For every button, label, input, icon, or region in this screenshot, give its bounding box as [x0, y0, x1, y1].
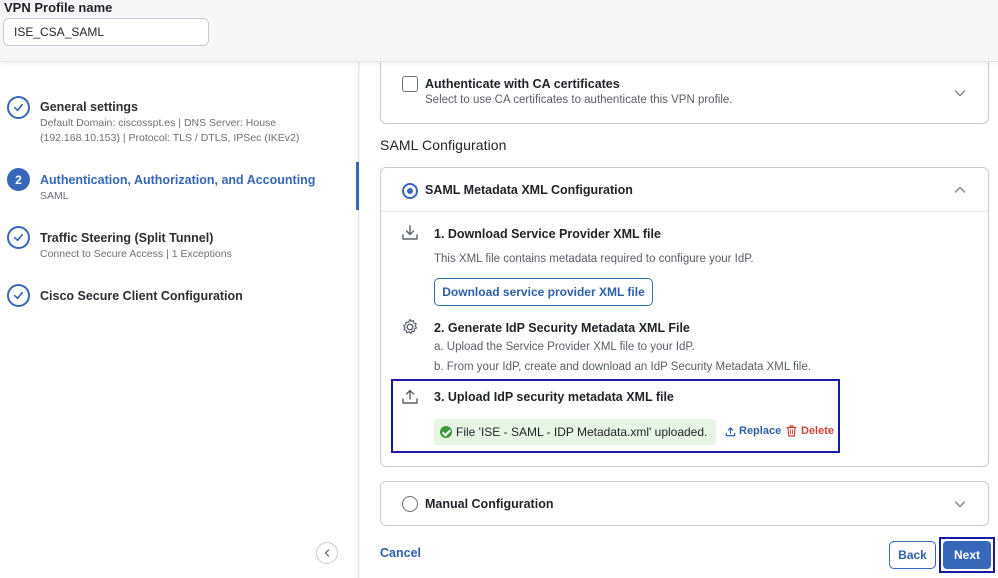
replace-link[interactable]: Replace [739, 425, 781, 437]
ca-cert-title: Authenticate with CA certificates [425, 77, 620, 91]
download-icon [402, 225, 418, 240]
upload-icon [402, 389, 418, 404]
download-sp-xml-button[interactable]: Download service provider XML file [434, 278, 653, 306]
upload-status-badge: File 'ISE - SAML - IDP Metadata.xml' upl… [434, 419, 716, 445]
saml-metadata-option-label: SAML Metadata XML Configuration [425, 183, 633, 197]
step2-instruction-b: b. From your IdP, create and download an… [434, 361, 811, 373]
step3-title: 3. Upload IdP security metadata XML file [434, 390, 674, 404]
step-number-badge: 2 [7, 168, 30, 191]
stepper-panel: General settings Default Domain: ciscoss… [0, 62, 359, 578]
manual-config-label: Manual Configuration [425, 497, 554, 511]
success-check-icon [440, 426, 452, 438]
profile-header: VPN Profile name [0, 0, 998, 62]
ca-cert-card[interactable]: Authenticate with CA certificates Select… [380, 58, 989, 124]
upload-status-text: File 'ISE - SAML - IDP Metadata.xml' upl… [456, 425, 708, 439]
trash-icon[interactable] [786, 425, 797, 437]
chevron-up-icon[interactable] [953, 183, 967, 197]
profile-name-input[interactable] [3, 18, 209, 46]
saml-metadata-radio[interactable] [402, 183, 418, 199]
ca-cert-checkbox[interactable] [402, 76, 418, 92]
gear-icon [402, 318, 418, 334]
check-icon [7, 284, 30, 307]
manual-config-card[interactable]: Manual Configuration [380, 481, 989, 526]
step2-title: 2. Generate IdP Security Metadata XML Fi… [434, 321, 690, 335]
ca-cert-description: Select to use CA certificates to authent… [425, 94, 733, 106]
back-button[interactable]: Back [889, 541, 936, 569]
next-button[interactable]: Next [943, 541, 991, 569]
check-icon [7, 226, 30, 249]
chevron-left-icon [324, 549, 330, 557]
step1-description: This XML file contains metadata required… [434, 253, 754, 265]
step2-instruction-a: a. Upload the Service Provider XML file … [434, 341, 695, 353]
step-subtitle: Default Domain: ciscosspt.es | DNS Serve… [40, 117, 300, 144]
step-title: General settings [40, 100, 138, 114]
step-title: Cisco Secure Client Configuration [40, 289, 243, 303]
delete-link[interactable]: Delete [801, 425, 834, 437]
manual-config-radio[interactable] [402, 496, 418, 512]
cancel-link[interactable]: Cancel [380, 546, 421, 560]
step-subtitle: Connect to Secure Access | 1 Exceptions [40, 248, 232, 260]
step-title: Authentication, Authorization, and Accou… [40, 173, 316, 187]
replace-upload-icon[interactable] [725, 426, 736, 437]
next-button-highlight: Next [939, 537, 995, 573]
collapse-panel-button[interactable] [316, 542, 338, 564]
profile-name-label: VPN Profile name [4, 0, 113, 15]
saml-section-title: SAML Configuration [380, 137, 507, 153]
chevron-down-icon[interactable] [953, 497, 967, 511]
check-icon [7, 96, 30, 119]
step-title: Traffic Steering (Split Tunnel) [40, 231, 214, 245]
chevron-down-icon[interactable] [953, 86, 967, 100]
active-step-indicator [356, 162, 359, 210]
step-subtitle: SAML [40, 190, 69, 202]
step1-title: 1. Download Service Provider XML file [434, 227, 661, 241]
